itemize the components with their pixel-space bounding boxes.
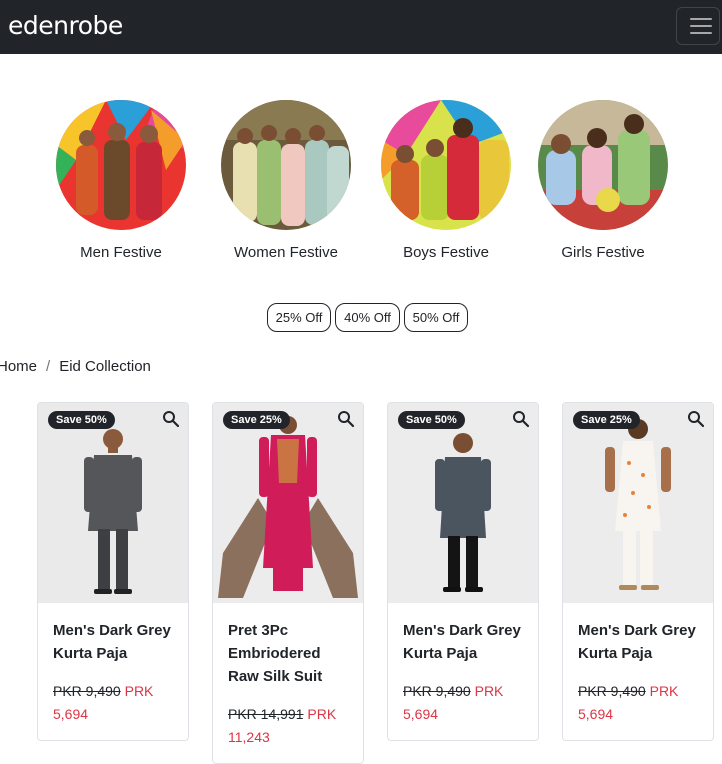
category-men-festive[interactable]: Men Festive — [41, 100, 201, 262]
product-name[interactable]: Men's Dark Grey Kurta Paja — [578, 619, 698, 665]
category-women-festive[interactable]: Women Festive — [206, 100, 366, 262]
product-price: PKR 14,991 PRK 11,243 — [228, 703, 348, 749]
breadcrumb-home-link[interactable]: Home — [0, 358, 37, 375]
category-image-girls[interactable] — [538, 100, 668, 230]
product-name[interactable]: Men's Dark Grey Kurta Paja — [403, 619, 523, 665]
product-price: PKR 9,490 PRK 5,694 — [53, 680, 173, 726]
original-price: PKR 9,490 — [403, 683, 471, 699]
category-boys-festive[interactable]: Boys Festive — [366, 100, 526, 262]
product-image[interactable]: Save 50% — [388, 403, 538, 603]
product-card-body: Men's Dark Grey Kurta Paja PKR 9,490 PRK… — [563, 603, 713, 740]
product-card-body: Men's Dark Grey Kurta Paja PKR 9,490 PRK… — [388, 603, 538, 740]
breadcrumb: Home / Eid Collection — [0, 358, 151, 376]
original-price: PKR 14,991 — [228, 706, 304, 722]
discount-badge: Save 25% — [573, 411, 640, 429]
category-image-men[interactable] — [56, 100, 186, 230]
search-icon[interactable] — [337, 410, 355, 428]
product-card[interactable]: Save 50% Men's Dark Grey Kurta Paja PKR … — [37, 402, 189, 741]
discount-50-button[interactable]: 50% Off — [404, 303, 468, 332]
brand-logo[interactable]: edenrobe — [8, 11, 123, 41]
product-image[interactable]: Save 25% — [563, 403, 713, 603]
navbar-toggle-button[interactable] — [676, 7, 720, 45]
product-card-body: Pret 3Pc Embriodered Raw Silk Suit PKR 1… — [213, 603, 363, 763]
product-image[interactable]: Save 50% — [38, 403, 188, 603]
category-label[interactable]: Women Festive — [206, 244, 366, 262]
search-icon[interactable] — [162, 410, 180, 428]
product-card[interactable]: Save 25% Men's Dark Grey Kurta Paja PKR … — [562, 402, 714, 741]
hamburger-icon — [690, 18, 712, 20]
product-card[interactable]: Save 25% Pret 3Pc Embriodered Raw Silk S… — [212, 402, 364, 764]
search-icon[interactable] — [512, 410, 530, 428]
product-name[interactable]: Men's Dark Grey Kurta Paja — [53, 619, 173, 665]
product-card[interactable]: Save 50% Men's Dark Grey Kurta Paja PKR … — [387, 402, 539, 741]
search-icon[interactable] — [687, 410, 705, 428]
product-card-body: Men's Dark Grey Kurta Paja PKR 9,490 PRK… — [38, 603, 188, 740]
discount-25-button[interactable]: 25% Off — [267, 303, 331, 332]
category-image-women[interactable] — [221, 100, 351, 230]
category-girls-festive[interactable]: Girls Festive — [523, 100, 683, 262]
hamburger-icon-line — [690, 25, 712, 27]
hamburger-icon-line — [690, 32, 712, 34]
original-price: PKR 9,490 — [53, 683, 121, 699]
discount-40-button[interactable]: 40% Off — [335, 303, 400, 332]
category-label[interactable]: Girls Festive — [523, 244, 683, 262]
navbar: edenrobe — [0, 0, 722, 54]
breadcrumb-current: Eid Collection — [59, 358, 151, 375]
breadcrumb-separator: / — [46, 358, 51, 375]
discount-badge: Save 50% — [48, 411, 115, 429]
product-price: PKR 9,490 PRK 5,694 — [578, 680, 698, 726]
original-price: PKR 9,490 — [578, 683, 646, 699]
product-image[interactable]: Save 25% — [213, 403, 363, 603]
category-image-boys[interactable] — [381, 100, 511, 230]
category-label[interactable]: Men Festive — [41, 244, 201, 262]
product-name[interactable]: Pret 3Pc Embriodered Raw Silk Suit — [228, 619, 348, 688]
category-label[interactable]: Boys Festive — [366, 244, 526, 262]
discount-badge: Save 25% — [223, 411, 290, 429]
discount-badge: Save 50% — [398, 411, 465, 429]
product-price: PKR 9,490 PRK 5,694 — [403, 680, 523, 726]
